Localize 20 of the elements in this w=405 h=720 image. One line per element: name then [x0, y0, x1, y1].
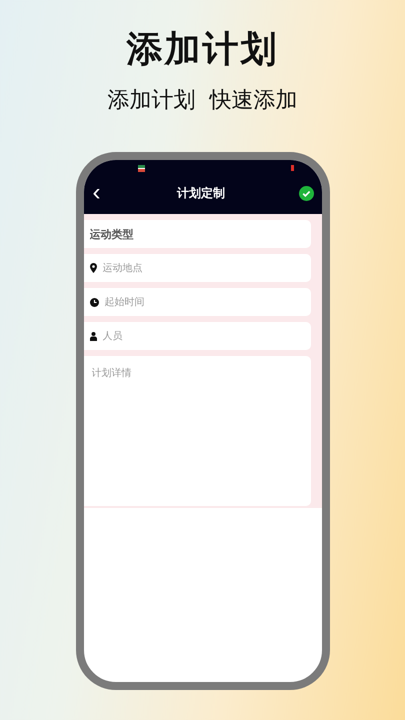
- form-field[interactable]: 起始时间: [84, 288, 310, 316]
- select-field[interactable]: 运动类型: [84, 220, 310, 248]
- subheadline: 添加计划 快速添加: [108, 87, 298, 115]
- person-icon: [90, 332, 96, 340]
- sport-type-field[interactable]: 运动类型: [90, 228, 304, 240]
- input-field[interactable]: 人员: [102, 330, 304, 342]
- confirm-check-icon[interactable]: [298, 186, 314, 200]
- headline: 添加计划: [126, 28, 278, 72]
- details-text-area[interactable]: 计划详情: [92, 366, 302, 496]
- app-icon: [138, 164, 144, 172]
- form-field[interactable]: 运动地点: [84, 254, 310, 282]
- details-field[interactable]: 计划详情: [84, 356, 310, 506]
- form-field[interactable]: 人员: [84, 322, 310, 350]
- battery-icon: [290, 165, 294, 171]
- back-button[interactable]: ‹: [90, 183, 104, 203]
- input-field[interactable]: 运动地点: [102, 262, 304, 274]
- screen-title: 计划定制: [177, 184, 225, 202]
- location-pin-icon: [90, 263, 96, 273]
- clock-icon: [90, 298, 98, 306]
- input-field[interactable]: 起始时间: [104, 296, 304, 308]
